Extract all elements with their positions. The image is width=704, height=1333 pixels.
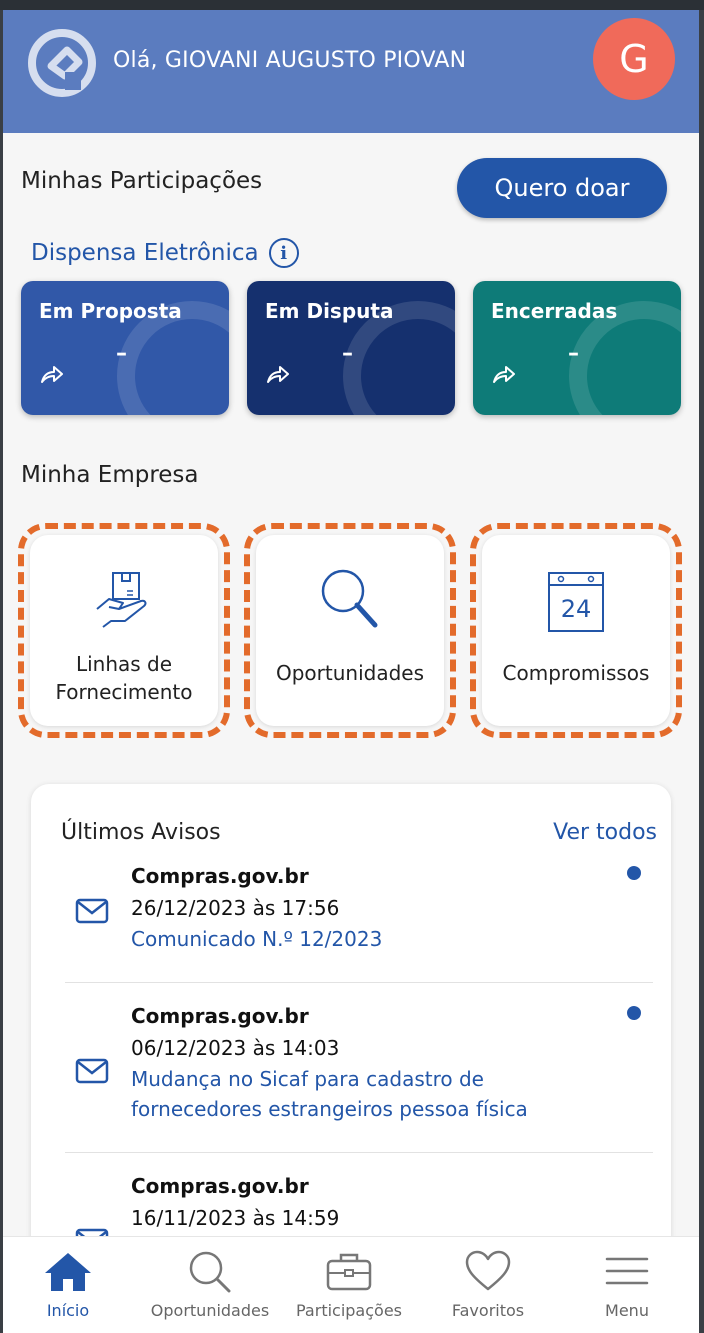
nav-favoritos[interactable]: Favoritos xyxy=(418,1237,558,1333)
user-avatar[interactable]: G xyxy=(593,18,675,100)
card-encerradas[interactable]: Encerradas – xyxy=(473,281,681,415)
divider xyxy=(65,1152,653,1153)
card-em-proposta[interactable]: Em Proposta – xyxy=(21,281,229,415)
nav-participacoes[interactable]: Participações xyxy=(279,1237,419,1333)
nav-label: Favoritos xyxy=(451,1301,525,1320)
system-top-strip xyxy=(0,0,704,10)
dispensa-eletronica-link[interactable]: Dispensa Eletrônica i xyxy=(31,238,299,268)
unread-dot xyxy=(627,1006,641,1020)
magnifier-icon xyxy=(321,569,378,628)
calendar-day: 24 xyxy=(561,595,592,623)
menu-icon xyxy=(605,1257,649,1285)
dispensa-label: Dispensa Eletrônica xyxy=(31,240,259,266)
aviso-date: 16/11/2023 às 14:59 xyxy=(131,1206,340,1230)
aviso-subject: Comunicado N.º 12/2023 xyxy=(131,927,383,951)
see-all-link[interactable]: Ver todos xyxy=(553,820,657,845)
nav-inicio[interactable]: Início xyxy=(3,1237,138,1333)
card-label: Em Disputa xyxy=(265,299,394,323)
share-arrow-icon xyxy=(493,366,515,383)
tile-label-line1: Linhas de xyxy=(75,652,173,676)
tile-label-line1: Oportunidades xyxy=(275,661,425,685)
tile-oportunidades[interactable]: Oportunidades xyxy=(244,523,456,738)
app-screen: Olá, GIOVANI AUGUSTO PIOVAN G Minhas Par… xyxy=(3,10,699,1333)
aviso-date: 26/12/2023 às 17:56 xyxy=(131,896,340,920)
card-label: Em Proposta xyxy=(39,299,182,323)
card-value: – xyxy=(116,341,127,366)
app-header: Olá, GIOVANI AUGUSTO PIOVAN G xyxy=(3,10,699,133)
nav-label: Participações xyxy=(296,1301,402,1320)
empresa-title: Minha Empresa xyxy=(21,462,199,488)
mail-icon xyxy=(75,898,109,924)
app-logo-icon xyxy=(28,29,96,97)
aviso-source: Compras.gov.br xyxy=(131,864,309,888)
tile-label-line1: Compromissos xyxy=(502,661,650,685)
calendar-icon: 24 xyxy=(548,572,604,632)
card-value: – xyxy=(342,341,353,366)
participacoes-title: Minhas Participações xyxy=(21,168,263,194)
avisos-title: Últimos Avisos xyxy=(61,820,221,845)
aviso-source: Compras.gov.br xyxy=(131,1174,309,1198)
divider xyxy=(65,982,653,983)
tile-compromissos[interactable]: 24 Compromissos xyxy=(470,523,682,738)
briefcase-icon xyxy=(326,1253,372,1291)
share-arrow-icon xyxy=(267,366,289,383)
aviso-item[interactable]: Compras.gov.br 06/12/2023 às 14:03 Mudan… xyxy=(69,1004,659,1144)
mail-icon xyxy=(75,1058,109,1084)
heart-icon xyxy=(465,1250,511,1291)
nav-menu[interactable]: Menu xyxy=(557,1237,697,1333)
nav-oportunidades[interactable]: Oportunidades xyxy=(140,1237,280,1333)
home-icon xyxy=(45,1253,91,1291)
tile-linhas-fornecimento[interactable]: Linhas de Fornecimento xyxy=(18,523,230,738)
search-icon xyxy=(189,1251,231,1293)
unread-dot xyxy=(627,866,641,880)
aviso-subject: Mudança no Sicaf para cadastro de fornec… xyxy=(131,1067,528,1121)
greeting-text: Olá, GIOVANI AUGUSTO PIOVAN xyxy=(113,48,467,73)
aviso-date: 06/12/2023 às 14:03 xyxy=(131,1036,340,1060)
bottom-nav: Início Oportunidades Participações Favor… xyxy=(3,1236,699,1333)
nav-label: Início xyxy=(46,1301,90,1320)
hand-box-icon xyxy=(96,572,147,628)
share-arrow-icon xyxy=(41,366,63,383)
card-label: Encerradas xyxy=(491,299,618,323)
aviso-item[interactable]: Compras.gov.br 26/12/2023 às 17:56 Comun… xyxy=(69,864,659,974)
card-value: – xyxy=(568,341,579,366)
nav-label: Oportunidades xyxy=(150,1301,270,1320)
tile-label-line2: Fornecimento xyxy=(55,680,193,704)
card-em-disputa[interactable]: Em Disputa – xyxy=(247,281,455,415)
nav-label: Menu xyxy=(605,1301,649,1320)
info-icon[interactable]: i xyxy=(268,238,299,268)
aviso-source: Compras.gov.br xyxy=(131,1004,309,1028)
donate-button[interactable]: Quero doar xyxy=(457,158,667,218)
